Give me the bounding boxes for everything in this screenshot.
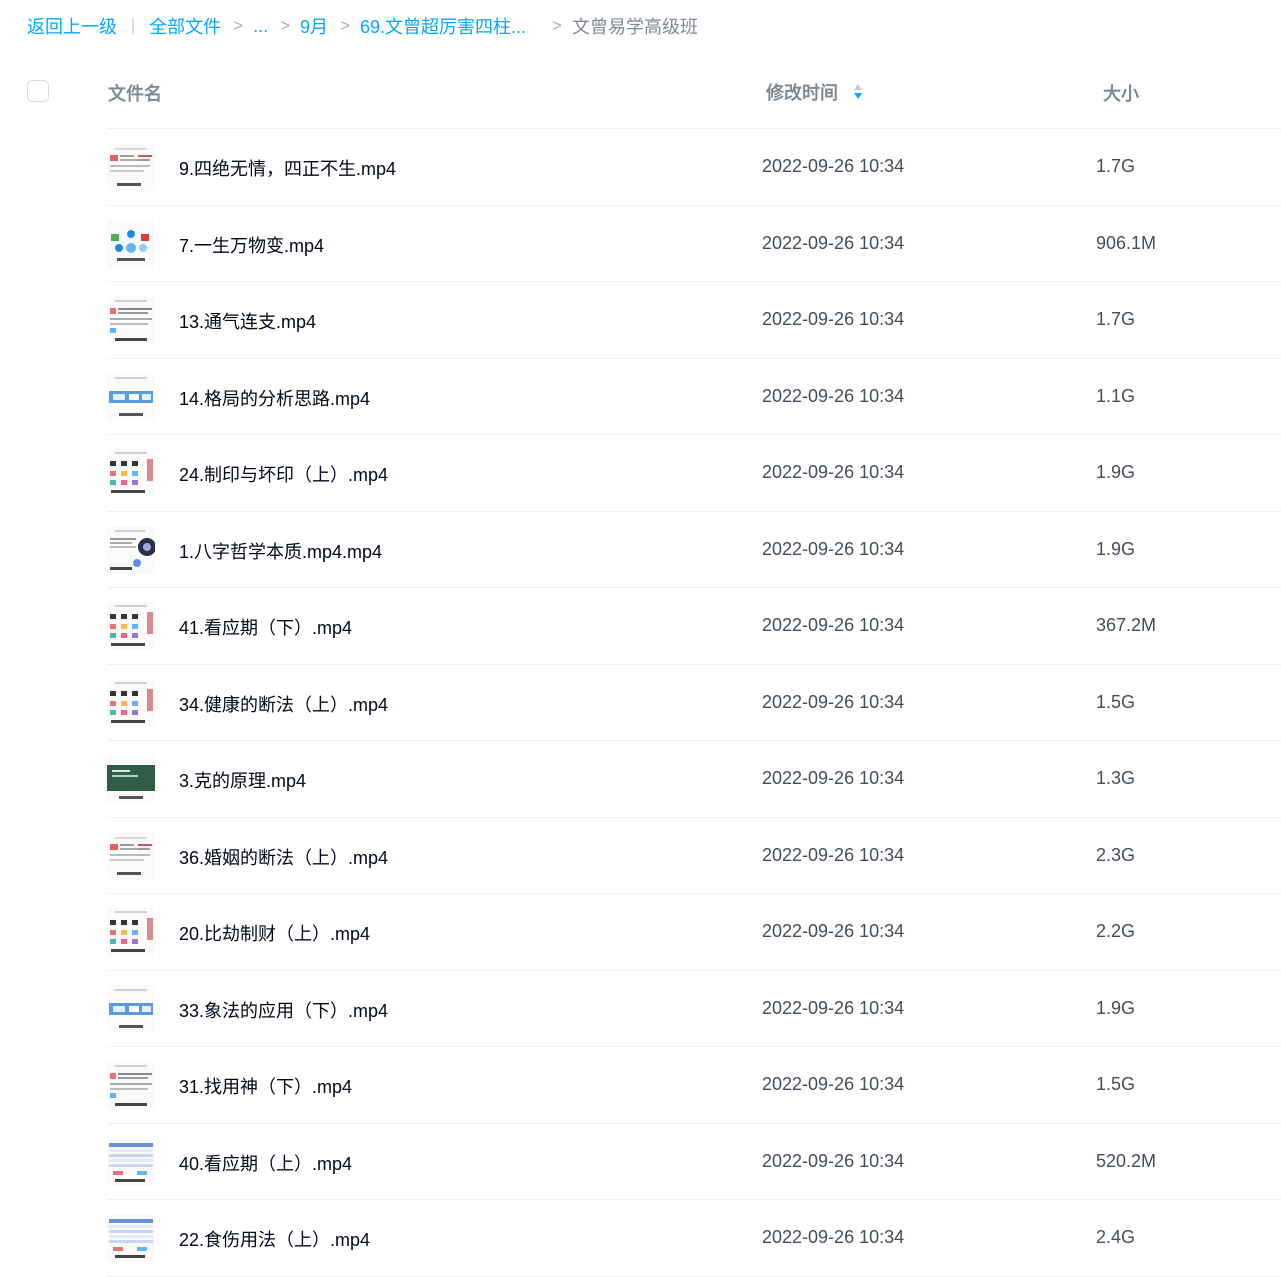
file-row[interactable]: 3.克的原理.mp4 2022-09-26 10:34 1.3G (0, 741, 1281, 818)
video-thumbnail[interactable] (107, 755, 155, 803)
file-size: 1.7G (1096, 156, 1136, 176)
sort-arrows-icon[interactable] (853, 83, 863, 101)
file-row[interactable]: 41.看应期（下）.mp4 2022-09-26 10:34 367.2M (0, 588, 1281, 665)
file-name[interactable]: 40.看应期（上）.mp4 (179, 1150, 352, 1176)
file-name[interactable]: 3.克的原理.mp4 (179, 767, 306, 793)
file-name[interactable]: 33.象法的应用（下）.mp4 (179, 997, 388, 1023)
file-row[interactable]: 24.制印与坏印（上）.mp4 2022-09-26 10:34 1.9G (0, 435, 1281, 512)
video-thumbnail[interactable] (107, 908, 155, 956)
file-name[interactable]: 14.格局的分析思路.mp4 (179, 385, 370, 411)
chevron-right-icon: > (280, 16, 291, 35)
file-size: 520.2M (1096, 1150, 1157, 1171)
breadcrumb-ellipsis[interactable]: ... (253, 16, 268, 37)
file-row[interactable]: 34.健康的断法（上）.mp4 2022-09-26 10:34 1.5G (0, 665, 1281, 742)
file-size: 1.9G (1096, 538, 1136, 559)
file-name[interactable]: 36.婚姻的断法（上）.mp4 (179, 844, 388, 870)
file-row[interactable]: 20.比劫制财（上）.mp4 2022-09-26 10:34 2.2G (0, 894, 1281, 971)
video-thumbnail[interactable] (107, 1137, 155, 1186)
video-thumbnail[interactable] (107, 602, 155, 650)
file-modified-time: 2022-09-26 10:34 (762, 768, 905, 788)
file-modified-time: 2022-09-26 10:34 (762, 1227, 905, 1247)
column-header-name[interactable]: 文件名 (108, 80, 162, 106)
file-modified-time: 2022-09-26 10:34 (762, 921, 905, 941)
video-thumbnail[interactable] (107, 525, 155, 574)
file-name[interactable]: 1.八字哲学本质.mp4.mp4 (179, 538, 382, 564)
file-name[interactable]: 22.食伤用法（上）.mp4 (179, 1226, 370, 1252)
chevron-right-icon: > (340, 16, 350, 35)
column-header-time[interactable]: 修改时间 (766, 79, 838, 105)
video-thumbnail[interactable] (107, 296, 155, 344)
file-size: 2.4G (1096, 1227, 1136, 1247)
file-modified-time: 2022-09-26 10:34 (762, 615, 905, 635)
file-size: 1.1G (1096, 385, 1136, 406)
video-thumbnail[interactable] (107, 678, 155, 727)
video-thumbnail[interactable] (107, 831, 155, 880)
file-row[interactable]: 14.格局的分析思路.mp4 2022-09-26 10:34 1.1G (0, 359, 1281, 436)
file-size: 1.3G (1096, 768, 1136, 788)
video-thumbnail[interactable] (107, 449, 155, 497)
file-modified-time: 2022-09-26 10:34 (762, 844, 905, 865)
file-size: 906.1M (1096, 232, 1157, 253)
file-modified-time: 2022-09-26 10:34 (762, 462, 905, 482)
file-size: 2.2G (1096, 921, 1136, 941)
file-size: 1.7G (1096, 309, 1136, 329)
file-name[interactable]: 24.制印与坏印（上）.mp4 (179, 461, 388, 487)
file-modified-time: 2022-09-26 10:34 (762, 1074, 905, 1094)
file-size: 1.9G (1096, 997, 1136, 1018)
file-row[interactable]: 36.婚姻的断法（上）.mp4 2022-09-26 10:34 2.3G (0, 818, 1281, 895)
video-thumbnail[interactable] (107, 984, 155, 1033)
file-name[interactable]: 13.通气连支.mp4 (179, 308, 316, 334)
file-size: 1.9G (1096, 462, 1136, 482)
file-row[interactable]: 7.一生万物变.mp4 2022-09-26 10:34 906.1M (0, 206, 1281, 283)
file-name[interactable]: 20.比劫制财（上）.mp4 (179, 920, 370, 946)
file-size: 1.5G (1096, 1074, 1136, 1094)
video-thumbnail[interactable] (107, 372, 155, 421)
file-modified-time: 2022-09-26 10:34 (762, 997, 905, 1018)
select-all-checkbox[interactable] (27, 80, 49, 102)
file-size: 367.2M (1096, 615, 1157, 635)
file-row[interactable]: 33.象法的应用（下）.mp4 2022-09-26 10:34 1.9G (0, 971, 1281, 1048)
video-thumbnail[interactable] (107, 1214, 155, 1262)
file-size: 2.3G (1096, 844, 1136, 865)
breadcrumb-folder[interactable]: 69.文曾超厉害四柱... (360, 13, 526, 39)
file-name[interactable]: 34.健康的断法（上）.mp4 (179, 691, 388, 717)
chevron-right-icon: > (552, 16, 562, 35)
breadcrumb: 返回上一级 | 全部文件 > ... > 9月 > 69.文曾超厉害四柱... … (27, 13, 698, 39)
breadcrumb-month[interactable]: 9月 (300, 13, 328, 39)
file-name[interactable]: 9.四绝无情，四正不生.mp4 (179, 155, 396, 181)
file-name[interactable]: 7.一生万物变.mp4 (179, 232, 324, 258)
file-row[interactable]: 1.八字哲学本质.mp4.mp4 2022-09-26 10:34 1.9G (0, 512, 1281, 589)
file-modified-time: 2022-09-26 10:34 (762, 538, 905, 559)
video-thumbnail[interactable] (107, 219, 155, 268)
column-header-size[interactable]: 大小 (1103, 80, 1139, 106)
chevron-right-icon: > (233, 16, 244, 35)
file-size: 1.5G (1096, 691, 1136, 712)
file-row[interactable]: 13.通气连支.mp4 2022-09-26 10:34 1.7G (0, 282, 1281, 359)
file-modified-time: 2022-09-26 10:34 (762, 156, 905, 176)
video-thumbnail[interactable] (107, 143, 155, 191)
file-row[interactable]: 31.找用神（下）.mp4 2022-09-26 10:34 1.5G (0, 1047, 1281, 1124)
back-link[interactable]: 返回上一级 (27, 13, 117, 39)
file-list: 9.四绝无情，四正不生.mp4 2022-09-26 10:34 1.7G 7.一生万… (0, 129, 1281, 1277)
file-row[interactable]: 40.看应期（上）.mp4 2022-09-26 10:34 520.2M (0, 1124, 1281, 1201)
file-row[interactable]: 22.食伤用法（上）.mp4 2022-09-26 10:34 2.4G (0, 1200, 1281, 1277)
file-row[interactable]: 9.四绝无情，四正不生.mp4 2022-09-26 10:34 1.7G (0, 129, 1281, 206)
file-modified-time: 2022-09-26 10:34 (762, 385, 905, 406)
file-modified-time: 2022-09-26 10:34 (762, 691, 905, 712)
file-modified-time: 2022-09-26 10:34 (762, 1150, 905, 1171)
file-name[interactable]: 31.找用神（下）.mp4 (179, 1073, 352, 1099)
file-modified-time: 2022-09-26 10:34 (762, 232, 905, 253)
video-thumbnail[interactable] (107, 1061, 155, 1109)
file-modified-time: 2022-09-26 10:34 (762, 309, 905, 329)
breadcrumb-all-files[interactable]: 全部文件 (149, 13, 221, 39)
file-list-header: 文件名 修改时间 大小 (0, 60, 1281, 128)
file-name[interactable]: 41.看应期（下）.mp4 (179, 614, 352, 640)
breadcrumb-current: 文曾易学高级班 (571, 17, 698, 37)
breadcrumb-divider: | (131, 17, 136, 34)
